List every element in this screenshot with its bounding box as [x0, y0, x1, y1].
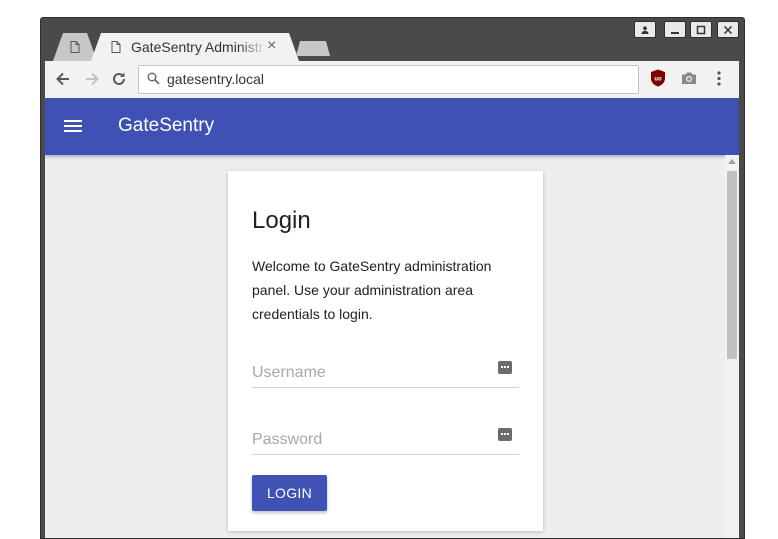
address-bar[interactable] — [138, 65, 639, 94]
password-manager-icon[interactable] — [498, 428, 512, 441]
password-manager-icon[interactable] — [498, 361, 512, 374]
page-scrollbar[interactable] — [725, 155, 739, 538]
scroll-up-arrow[interactable] — [728, 159, 736, 164]
profile-button[interactable] — [634, 21, 656, 38]
menu-kebab-icon[interactable] — [717, 71, 721, 86]
camera-icon[interactable] — [681, 71, 697, 85]
tab-title: GateSentry Administration Panel — [131, 39, 266, 55]
close-window-button[interactable] — [717, 21, 739, 38]
hamburger-menu-icon[interactable] — [64, 119, 82, 133]
reload-icon[interactable] — [109, 69, 129, 89]
maximize-icon — [696, 25, 706, 34]
username-input[interactable] — [252, 362, 487, 384]
person-icon — [641, 25, 649, 34]
page-viewport: GateSentry Login Welcome to GateSentry a… — [45, 98, 739, 538]
login-button[interactable]: LOGIN — [252, 475, 327, 511]
tab-strip: GateSentry Administration Panel × — [41, 18, 744, 61]
search-icon — [147, 72, 160, 85]
back-icon[interactable] — [53, 69, 73, 89]
username-field — [252, 353, 519, 388]
tab-close-button[interactable]: × — [267, 36, 276, 56]
login-card: Login Welcome to GateSentry administrati… — [228, 171, 543, 531]
password-field — [252, 420, 519, 455]
app-title: GateSentry — [118, 115, 215, 136]
maximize-button[interactable] — [690, 21, 712, 38]
browser-window: GateSentry Administration Panel × — [40, 17, 745, 539]
url-input[interactable] — [167, 71, 617, 87]
ublock-origin-icon[interactable]: uo — [650, 69, 666, 87]
ublock-label: uo — [654, 77, 662, 83]
minimize-button[interactable] — [664, 21, 686, 38]
scrollbar-thumb[interactable] — [727, 171, 737, 359]
tab-gatesentry[interactable]: GateSentry Administration Panel × — [91, 33, 299, 61]
close-icon — [723, 25, 733, 34]
password-input[interactable] — [252, 429, 487, 451]
app-bar: GateSentry — [45, 98, 739, 155]
login-description: Welcome to GateSentry administration pan… — [252, 258, 492, 322]
login-title: Login — [252, 207, 311, 234]
minimize-icon — [671, 31, 679, 34]
browser-toolbar: uo — [45, 61, 739, 98]
page-icon — [111, 41, 121, 53]
forward-icon[interactable] — [82, 69, 102, 89]
tab-blank[interactable] — [53, 33, 97, 61]
page-icon — [70, 41, 80, 53]
new-tab-button[interactable] — [296, 41, 330, 56]
